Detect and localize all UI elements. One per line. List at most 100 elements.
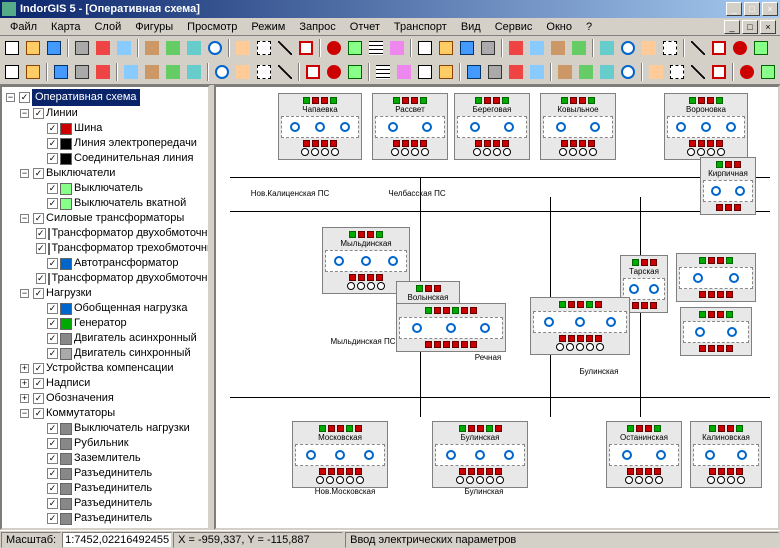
switch-icon[interactable] <box>717 345 724 352</box>
switch-icon[interactable] <box>337 468 344 475</box>
switch-icon[interactable] <box>346 468 353 475</box>
toolbar-button[interactable] <box>548 38 568 58</box>
toolbar-button[interactable] <box>2 62 22 82</box>
switch-icon[interactable] <box>319 425 326 432</box>
switch-icon[interactable] <box>346 425 353 432</box>
switch-icon[interactable] <box>337 425 344 432</box>
toolbar-button[interactable] <box>23 62 43 82</box>
switch-icon[interactable] <box>367 231 374 238</box>
tree-node[interactable]: ✓Выключатель <box>4 181 206 196</box>
switch-icon[interactable] <box>420 97 427 104</box>
switch-icon[interactable] <box>312 140 319 147</box>
checkbox[interactable]: ✓ <box>47 483 58 494</box>
toolbar-button[interactable] <box>618 62 638 82</box>
toolbar-button[interactable] <box>478 38 498 58</box>
tree-node[interactable]: ✓Линия электропередачи <box>4 136 206 151</box>
toolbar-button[interactable] <box>618 38 638 58</box>
tree-node[interactable]: ✓Трансформатор трехобмоточный <box>4 241 206 256</box>
tree-node[interactable]: ✓Разъединитель <box>4 496 206 511</box>
checkbox[interactable]: ✓ <box>47 258 58 269</box>
checkbox[interactable]: ✓ <box>47 333 58 344</box>
tree-node[interactable]: ✓Обобщенная нагрузка <box>4 301 206 316</box>
tree-node[interactable]: ✓Трансформатор двухобмоточны <box>4 271 206 286</box>
toolbar-button[interactable] <box>345 62 365 82</box>
checkbox[interactable]: ✓ <box>36 228 46 239</box>
switch-icon[interactable] <box>579 97 586 104</box>
switch-icon[interactable] <box>303 97 310 104</box>
switch-icon[interactable] <box>699 345 706 352</box>
toolbar-button[interactable] <box>709 38 729 58</box>
scale-input[interactable] <box>62 532 172 548</box>
switch-icon[interactable] <box>452 341 459 348</box>
switch-icon[interactable] <box>367 274 374 281</box>
tree-node[interactable]: ✓Заземлитель <box>4 451 206 466</box>
tree-node[interactable]: ✓Соединительная линия <box>4 151 206 166</box>
switch-icon[interactable] <box>586 335 593 342</box>
switch-icon[interactable] <box>708 345 715 352</box>
collapse-icon[interactable]: − <box>20 289 29 298</box>
switch-icon[interactable] <box>636 425 643 432</box>
substation-block[interactable]: Останинская <box>606 421 682 488</box>
toolbar-button[interactable] <box>373 62 393 82</box>
menu-figures[interactable]: Фигуры <box>129 20 179 34</box>
toolbar-button[interactable] <box>597 38 617 58</box>
tree-node[interactable]: +✓Обозначения <box>4 391 206 406</box>
switch-icon[interactable] <box>717 311 724 318</box>
menu-window[interactable]: Окно <box>540 20 578 34</box>
switch-icon[interactable] <box>452 307 459 314</box>
switch-icon[interactable] <box>707 97 714 104</box>
toolbar-button[interactable] <box>485 62 505 82</box>
substation-block[interactable]: Кирпичная <box>700 157 756 215</box>
tree-node[interactable]: −✓Силовые трансформаторы <box>4 211 206 226</box>
switch-icon[interactable] <box>425 307 432 314</box>
switch-icon[interactable] <box>461 307 468 314</box>
toolbar-button[interactable] <box>506 62 526 82</box>
switch-icon[interactable] <box>493 140 500 147</box>
switch-icon[interactable] <box>477 468 484 475</box>
toolbar-button[interactable] <box>415 38 435 58</box>
switch-icon[interactable] <box>726 345 733 352</box>
tree-node[interactable]: ✓Разъединитель <box>4 466 206 481</box>
switch-icon[interactable] <box>411 140 418 147</box>
minimize-button[interactable]: _ <box>726 2 742 16</box>
switch-icon[interactable] <box>321 97 328 104</box>
switch-icon[interactable] <box>434 285 441 292</box>
toolbar-button[interactable] <box>142 38 162 58</box>
switch-icon[interactable] <box>477 425 484 432</box>
substation-block[interactable]: Булинская <box>432 421 528 488</box>
expand-icon[interactable]: + <box>20 364 29 373</box>
toolbar-button[interactable] <box>205 38 225 58</box>
toolbar-button[interactable] <box>709 62 729 82</box>
switch-icon[interactable] <box>328 425 335 432</box>
collapse-icon[interactable]: − <box>20 409 29 418</box>
switch-icon[interactable] <box>595 301 602 308</box>
switch-icon[interactable] <box>486 425 493 432</box>
switch-icon[interactable] <box>461 341 468 348</box>
switch-icon[interactable] <box>568 335 575 342</box>
switch-icon[interactable] <box>577 301 584 308</box>
tree-node[interactable]: −✓Выключатели <box>4 166 206 181</box>
switch-icon[interactable] <box>330 97 337 104</box>
switch-icon[interactable] <box>632 259 639 266</box>
checkbox[interactable]: ✓ <box>47 183 58 194</box>
switch-icon[interactable] <box>349 274 356 281</box>
toolbar-button[interactable] <box>415 62 435 82</box>
switch-icon[interactable] <box>627 468 634 475</box>
switch-icon[interactable] <box>459 468 466 475</box>
tree-node[interactable]: ✓Выключатель нагрузки <box>4 421 206 436</box>
toolbar-button[interactable] <box>72 62 92 82</box>
switch-icon[interactable] <box>699 257 706 264</box>
tree-node[interactable]: ✓Шина <box>4 121 206 136</box>
switch-icon[interactable] <box>358 231 365 238</box>
switch-icon[interactable] <box>468 468 475 475</box>
substation-block[interactable]: Чапаевка <box>278 93 362 160</box>
toolbar-button[interactable] <box>44 38 64 58</box>
map-canvas[interactable]: ЧапаевкаРассветБереговаяКовыльноеВоронов… <box>214 85 780 530</box>
layer-tree[interactable]: −✓Оперативная схема−✓Линии✓Шина✓Линия эл… <box>2 87 208 530</box>
switch-icon[interactable] <box>376 274 383 281</box>
switch-icon[interactable] <box>330 140 337 147</box>
toolbar-button[interactable] <box>436 62 456 82</box>
switch-icon[interactable] <box>716 97 723 104</box>
switch-icon[interactable] <box>577 335 584 342</box>
switch-icon[interactable] <box>493 97 500 104</box>
